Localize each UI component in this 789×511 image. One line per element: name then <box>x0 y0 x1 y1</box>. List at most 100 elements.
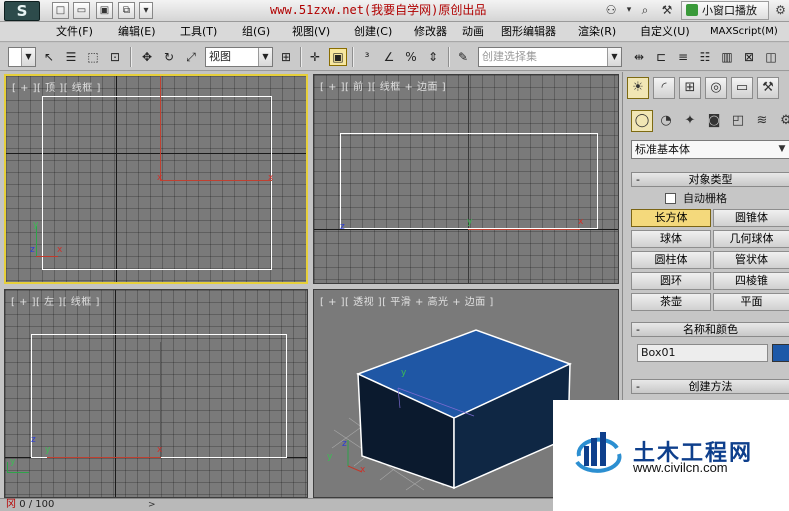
hammer-icon: ⚒ <box>762 80 774 95</box>
primitive-box-button[interactable]: 长方体 <box>631 209 711 227</box>
new-file-icon[interactable]: □ <box>52 2 69 19</box>
primitive-cone-button[interactable]: 圆锥体 <box>713 209 789 227</box>
primitive-teapot-button[interactable]: 茶壶 <box>631 293 711 311</box>
primitive-plane-button[interactable]: 平面 <box>713 293 789 311</box>
shapes-icon[interactable]: ◔ <box>655 110 677 132</box>
viewport-top[interactable]: [ + ][ 顶 ][ 线框 ] x x y z x <box>4 74 308 284</box>
select-by-name-icon[interactable]: ☰ <box>62 48 80 66</box>
select-manipulate-icon[interactable]: ✛ <box>306 48 324 66</box>
rollout-name-color[interactable]: - 名称和颜色 <box>631 322 789 337</box>
menu-group[interactable]: 组(G) <box>242 24 270 39</box>
reference-coord-dropdown[interactable]: 视图 ▼ <box>205 47 273 67</box>
select-object-icon[interactable]: ↖ <box>40 48 58 66</box>
cameras-icon[interactable]: ◙ <box>703 110 725 132</box>
mirror-icon[interactable]: ⇹ <box>630 48 648 66</box>
keyboard-shortcut-toggle-icon[interactable]: ▣ <box>329 48 347 66</box>
window-crossing-icon[interactable]: ⊡ <box>106 48 124 66</box>
app-logo-glyph: S <box>16 2 28 20</box>
autogrid-checkbox-row[interactable]: 自动栅格 <box>665 192 727 206</box>
move-icon[interactable]: ✥ <box>138 48 156 66</box>
menu-customize[interactable]: 自定义(U) <box>640 24 690 39</box>
tab-create[interactable]: ☀ <box>627 77 649 99</box>
open-folder-icon[interactable]: ▭ <box>73 2 90 19</box>
autogrid-checkbox[interactable] <box>665 193 676 204</box>
tab-modify[interactable]: ◜ <box>653 77 675 99</box>
angle-snap-icon[interactable]: ∠ <box>380 48 398 66</box>
menu-rendering[interactable]: 渲染(R) <box>578 24 616 39</box>
geometry-sphere-icon[interactable]: ◯ <box>631 110 653 132</box>
chevron-right-icon[interactable]: > <box>148 499 156 511</box>
layer-manager-icon[interactable]: ≡ <box>674 48 692 66</box>
frame-counter: 冈 0 / 100 <box>6 499 54 511</box>
primitive-cylinder-button[interactable]: 圆柱体 <box>631 251 711 269</box>
gizmo-y-label: y <box>45 445 51 455</box>
play-icon <box>686 4 698 16</box>
tab-hierarchy[interactable]: ⊞ <box>679 77 701 99</box>
gear-icon[interactable]: ⚙ <box>772 2 789 19</box>
render-setup-icon[interactable]: ⊠ <box>740 48 758 66</box>
toolbar-separator <box>130 47 132 67</box>
time-slider[interactable]: 冈 0 / 100 > <box>0 498 620 511</box>
mini-window-play-button[interactable]: 小窗口播放 <box>681 1 769 20</box>
menu-graph-editors[interactable]: 图形编辑器 <box>501 24 556 39</box>
axis-tripod-z-label: z <box>30 245 35 255</box>
pivot-center-icon[interactable]: ⊞ <box>277 48 295 66</box>
rotate-icon[interactable]: ↻ <box>160 48 178 66</box>
edit-named-selection-icon[interactable]: ✎ <box>454 48 472 66</box>
tools-icon[interactable]: ⚒ <box>658 2 676 19</box>
primitive-category-dropdown[interactable]: 标准基本体 ▼ <box>631 140 789 159</box>
rollout-object-type[interactable]: - 对象类型 <box>631 172 789 187</box>
align-icon[interactable]: ⊏ <box>652 48 670 66</box>
frame-prefix: 冈 <box>6 499 16 510</box>
primitive-geosphere-button[interactable]: 几何球体 <box>713 230 789 248</box>
primitive-torus-button[interactable]: 圆环 <box>631 272 711 290</box>
named-selection-set-dropdown[interactable]: 创建选择集 ▼ <box>478 47 622 67</box>
primitive-sphere-button[interactable]: 球体 <box>631 230 711 248</box>
object-name-field[interactable]: Box01 <box>637 344 768 362</box>
sun-icon: ☀ <box>632 80 644 95</box>
mini-window-label: 小窗口播放 <box>702 4 757 17</box>
curve-editor-icon[interactable]: ☷ <box>696 48 714 66</box>
space-warps-icon[interactable]: ≋ <box>751 110 773 132</box>
tab-utilities[interactable]: ⚒ <box>757 77 779 99</box>
object-color-swatch[interactable] <box>772 344 789 362</box>
lights-icon[interactable]: ✦ <box>679 110 701 132</box>
chevron-down-icon: ▼ <box>258 48 272 66</box>
selection-filter-dropdown[interactable]: ▼ <box>8 47 36 67</box>
menu-edit[interactable]: 编辑(E) <box>118 24 156 39</box>
scale-icon[interactable]: ⤢ <box>182 48 200 66</box>
render-icon[interactable]: ◫ <box>762 48 780 66</box>
primitive-pyramid-button[interactable]: 四棱锥 <box>713 272 789 290</box>
project-icon[interactable]: ⧉ <box>118 2 135 19</box>
rect-selection-icon[interactable]: ⬚ <box>84 48 102 66</box>
rollout-name-color-title: 名称和颜色 <box>683 323 738 336</box>
percent-snap-icon[interactable]: % <box>402 48 420 66</box>
snaps-toggle-icon[interactable]: ³ <box>358 48 376 66</box>
menu-maxscript[interactable]: MAXScript(M) <box>710 24 778 39</box>
reference-coord-value: 视图 <box>209 50 231 63</box>
gizmo-x-label: x <box>157 173 163 183</box>
save-icon[interactable]: ▣ <box>96 2 113 19</box>
menu-views[interactable]: 视图(V) <box>292 24 330 39</box>
menu-modifiers[interactable]: 修改器 <box>414 24 447 39</box>
binoculars-icon[interactable]: ⚇ <box>602 2 620 19</box>
menu-create[interactable]: 创建(C) <box>354 24 392 39</box>
material-editor-icon[interactable]: ▥ <box>718 48 736 66</box>
app-logo-button[interactable]: S <box>4 1 40 21</box>
tab-motion[interactable]: ◎ <box>705 77 727 99</box>
menu-tools[interactable]: 工具(T) <box>180 24 217 39</box>
viewport-front[interactable]: [ + ][ 前 ][ 线框 + 边面 ] y x z <box>313 74 619 284</box>
main-toolbar: ▼ ↖ ☰ ⬚ ⊡ ✥ ↻ ⤢ 视图 ▼ ⊞ ✛ ▣ ³ ∠ % ⇕ ✎ 创建选择… <box>0 43 789 71</box>
menu-animation[interactable]: 动画 <box>462 24 484 39</box>
tab-display[interactable]: ▭ <box>731 77 753 99</box>
search-icon[interactable]: ⌕ <box>636 2 654 19</box>
viewport-label-top: [ + ][ 顶 ][ 线框 ] <box>12 83 101 94</box>
dropdown-icon[interactable]: ▾ <box>139 2 153 19</box>
helpers-icon[interactable]: ◰ <box>727 110 749 132</box>
rollout-creation-method[interactable]: - 创建方法 <box>631 379 789 394</box>
spinner-snap-icon[interactable]: ⇕ <box>424 48 442 66</box>
primitive-tube-button[interactable]: 管状体 <box>713 251 789 269</box>
systems-icon[interactable]: ⚙ <box>775 110 789 132</box>
viewport-left[interactable]: [ + ][ 左 ][ 线框 ] y x z y <box>4 289 308 498</box>
menu-file[interactable]: 文件(F) <box>56 24 93 39</box>
